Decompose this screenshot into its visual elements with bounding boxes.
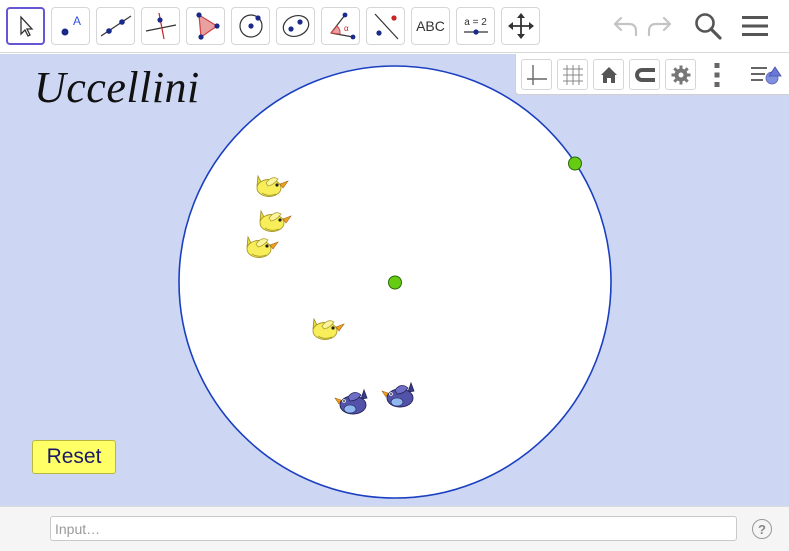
polygon-triangle-icon	[195, 12, 220, 40]
perpendicular-line-tool-button[interactable]	[141, 7, 180, 45]
ellipse-tool-button[interactable]	[276, 7, 315, 45]
reflect-about-line-icon	[374, 13, 398, 40]
polygon-tool-button[interactable]	[186, 7, 225, 45]
svg-text:A: A	[73, 14, 81, 28]
slider-tool-button[interactable]: a = 2	[456, 7, 495, 45]
grid-icon	[562, 64, 583, 85]
point-capturing-button[interactable]	[629, 59, 660, 90]
ellipse-icon	[282, 15, 309, 37]
toggle-axes-button[interactable]	[521, 59, 552, 90]
graphics-view[interactable]: Uccellini Reset	[0, 54, 789, 506]
point-tool-button[interactable]: A	[51, 7, 90, 45]
home-icon	[600, 66, 617, 83]
cursor-arrow-icon	[19, 15, 33, 37]
magnet-icon	[634, 67, 655, 82]
style-bar	[515, 54, 789, 95]
graphics-title: Uccellini	[34, 63, 200, 112]
circle-tool-button[interactable]	[231, 7, 270, 45]
more-vertical-icon	[714, 62, 719, 87]
input-help-button[interactable]: ?	[752, 519, 772, 539]
point-icon: A	[61, 14, 81, 36]
search-button[interactable]	[691, 9, 725, 43]
geogebra-app: A α ABC a = 2 Uccellini Reset Input… ?	[0, 0, 789, 551]
toggle-grid-button[interactable]	[557, 59, 588, 90]
input-bar: ?	[0, 506, 789, 551]
undo-button[interactable]	[607, 9, 641, 43]
line-tool-button[interactable]	[96, 7, 135, 45]
toolbar: A α ABC a = 2	[0, 0, 789, 53]
angle-tool-button[interactable]: α	[321, 7, 360, 45]
perpendicular-line-icon	[145, 12, 176, 40]
slider-icon: a = 2	[463, 17, 489, 36]
text-tool-button[interactable]: ABC	[411, 7, 450, 45]
style-bar-toggle-icon	[751, 65, 782, 84]
text-tool-label: ABC	[416, 18, 445, 34]
graphics-settings-button[interactable]	[665, 59, 696, 90]
algebra-input[interactable]	[50, 516, 737, 541]
search-icon	[695, 13, 722, 40]
hamburger-menu-icon	[742, 16, 768, 36]
gear-icon	[671, 65, 690, 84]
axes-icon	[526, 64, 547, 85]
undo-icon	[613, 16, 638, 37]
redo-icon	[647, 16, 672, 37]
move-graphics-view-tool-button[interactable]	[501, 7, 540, 45]
slider-track-icon	[463, 28, 488, 35]
slider-tool-label: a = 2	[464, 16, 487, 28]
angle-icon: α	[329, 12, 355, 40]
graphics-canvas[interactable]	[0, 54, 789, 506]
main-menu-button[interactable]	[738, 9, 772, 43]
circle-center-point-icon	[238, 14, 263, 38]
center-point[interactable]	[388, 275, 402, 290]
redo-button[interactable]	[644, 9, 678, 43]
move-arrows-icon	[507, 13, 534, 39]
more-options-button[interactable]	[701, 59, 732, 90]
circle-point[interactable]	[568, 156, 582, 171]
standard-view-button[interactable]	[593, 59, 624, 90]
line-icon	[100, 15, 131, 37]
move-tool-button[interactable]	[6, 7, 45, 45]
reflect-tool-button[interactable]	[366, 7, 405, 45]
reset-button[interactable]: Reset	[32, 440, 116, 474]
svg-text:α: α	[344, 24, 349, 33]
toggle-style-bar-button[interactable]	[746, 59, 786, 90]
